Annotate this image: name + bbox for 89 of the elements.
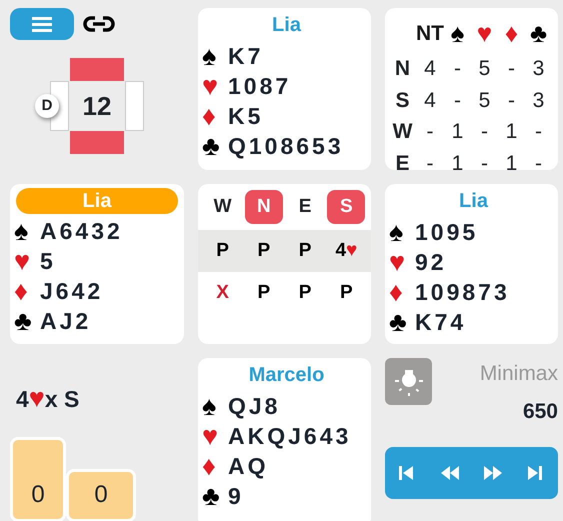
card-holding: AJ2 bbox=[40, 306, 92, 336]
table-cell-text: - bbox=[534, 150, 543, 176]
seat-header: E bbox=[298, 194, 312, 219]
card-holding: AQ bbox=[228, 452, 268, 481]
table-cell-text: - bbox=[453, 56, 462, 82]
bid: X bbox=[215, 280, 230, 305]
suit-symbol: ♥ bbox=[389, 248, 406, 276]
seat-header: S bbox=[327, 190, 366, 224]
card-holding: J642 bbox=[40, 276, 104, 306]
menu-icon bbox=[32, 16, 52, 32]
column-header: NT bbox=[416, 20, 444, 47]
trick-counter: 0 bbox=[66, 468, 136, 521]
seat-label: E bbox=[394, 150, 410, 176]
column-header: ♥ bbox=[476, 17, 494, 50]
suit-symbol: ♦ bbox=[14, 278, 29, 304]
score-value: 650 bbox=[522, 398, 558, 424]
suit-symbol: ♦ bbox=[389, 278, 404, 306]
suit-symbol: ♦ bbox=[202, 102, 217, 130]
table-cell-text: - bbox=[480, 150, 489, 176]
table-cell-text: 1 bbox=[504, 119, 518, 145]
next-icon bbox=[482, 463, 504, 483]
bid: P bbox=[215, 238, 230, 263]
table-cell-text: - bbox=[480, 119, 489, 145]
card-holding: 92 bbox=[415, 248, 447, 277]
card-holding: K7 bbox=[228, 42, 264, 71]
bid: P bbox=[256, 238, 272, 263]
seat-header: N bbox=[244, 190, 283, 224]
table-cell-text: - bbox=[453, 88, 462, 114]
column-header: ♠ bbox=[444, 14, 471, 53]
player-name: Lia bbox=[16, 188, 178, 214]
table-cell-text: 1 bbox=[450, 150, 464, 176]
suit-symbol: ♠ bbox=[202, 42, 218, 70]
card-holding: 5 bbox=[40, 246, 56, 276]
table-cell-text: 4 bbox=[423, 88, 437, 114]
player-name: Lia bbox=[458, 189, 490, 214]
suit-symbol: ♠ bbox=[202, 392, 218, 420]
player-name: Marcelo bbox=[248, 363, 326, 388]
engine-label: Minimax bbox=[480, 361, 558, 387]
table-cell-text: - bbox=[507, 56, 516, 82]
hint-button[interactable] bbox=[385, 358, 432, 405]
suit-symbol: ♣ bbox=[14, 308, 33, 334]
suit-symbol: ♣ bbox=[202, 482, 221, 510]
table-cell-text: 1 bbox=[450, 119, 464, 145]
card-holding: 109873 bbox=[415, 278, 510, 307]
seat-label: N bbox=[394, 56, 412, 82]
suit-symbol: ♠ bbox=[14, 218, 30, 244]
previous-icon bbox=[438, 463, 461, 483]
card-holding: 1087 bbox=[228, 72, 292, 101]
bid: P bbox=[298, 280, 312, 305]
dealer-marker: D bbox=[35, 94, 59, 118]
seat-label: S bbox=[394, 88, 410, 114]
card-holding: AKQJ643 bbox=[228, 422, 352, 451]
suit-symbol: ♣ bbox=[202, 132, 221, 160]
card-holding: K5 bbox=[228, 102, 264, 131]
seat-header: W bbox=[212, 194, 233, 219]
bid: P bbox=[256, 280, 272, 305]
bid: P bbox=[298, 238, 312, 263]
suit-symbol: ♥ bbox=[202, 72, 220, 100]
suit-symbol: ♥ bbox=[14, 248, 32, 274]
suit-symbol: ♥ bbox=[202, 422, 220, 450]
table-cell-text: 3 bbox=[532, 88, 546, 114]
table-cell-text: - bbox=[534, 119, 543, 145]
player-name: Lia bbox=[271, 13, 302, 38]
table-cell-text: 5 bbox=[478, 88, 492, 114]
suit-symbol: ♦ bbox=[202, 452, 217, 480]
card-holding: 1095 bbox=[415, 218, 478, 247]
suit-symbol: ♠ bbox=[389, 218, 404, 246]
card-holding: Q108653 bbox=[228, 132, 344, 161]
card-holding: QJ8 bbox=[228, 392, 280, 421]
card-holding: K74 bbox=[415, 308, 466, 337]
table-cell-text: 3 bbox=[532, 56, 546, 82]
column-header: ♦ bbox=[504, 17, 520, 50]
link-icon[interactable] bbox=[82, 14, 116, 34]
table-cell-text: - bbox=[426, 119, 434, 145]
table-cell-text: 4 bbox=[423, 56, 437, 82]
table-cell-text: 1 bbox=[504, 150, 518, 176]
table-cell-text: - bbox=[507, 88, 516, 114]
bid: 4♥ bbox=[334, 238, 358, 263]
suit-symbol: ♣ bbox=[389, 308, 408, 336]
table-cell-text: - bbox=[426, 150, 434, 176]
column-header: ♣ bbox=[528, 17, 548, 50]
trick-counter: 0 bbox=[10, 436, 66, 521]
card-holding: A6432 bbox=[40, 216, 123, 246]
table-cell-text: 5 bbox=[478, 56, 492, 82]
card-holding: 9 bbox=[228, 482, 244, 511]
seat-label: W bbox=[392, 119, 414, 145]
bid: P bbox=[339, 280, 354, 305]
menu-button[interactable] bbox=[10, 8, 74, 40]
contract-label: 4♥x S bbox=[16, 382, 80, 415]
